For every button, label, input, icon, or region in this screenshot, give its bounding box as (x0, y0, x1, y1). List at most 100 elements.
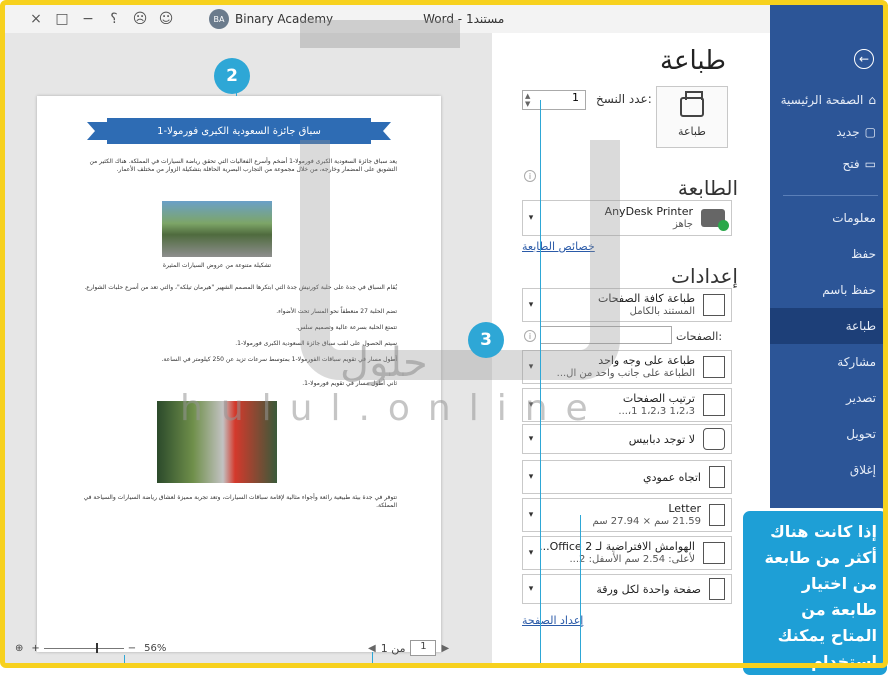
preview-bullet-3: سيتم الحصول على لقب سباق جائزة السعودية … (235, 340, 397, 347)
pages-label: الصفحات: (676, 330, 723, 343)
chevron-down-icon[interactable]: ▾ (523, 472, 539, 482)
chevron-down-icon[interactable]: ▾ (523, 510, 539, 520)
chevron-down-icon[interactable]: ▾ (523, 300, 539, 310)
annotation-line (580, 515, 581, 668)
info-icon[interactable]: i (524, 170, 536, 182)
sidebar-item-transform[interactable]: تحويل (846, 427, 876, 441)
copies-value: 1 (572, 91, 579, 104)
print-range-detail: المستند بالكامل (629, 306, 695, 317)
sidebar-item-label: طباعة (845, 319, 876, 333)
zoom-slider[interactable] (43, 643, 124, 653)
margins-label: الهوامش الافتراضية لـ Office 2... (539, 540, 695, 553)
sidebar-item-new[interactable]: ▢ جديد (836, 125, 876, 139)
pages-input[interactable] (540, 326, 672, 344)
help-icon[interactable]: ؟ (101, 11, 127, 27)
pages-per-sheet-icon (709, 578, 725, 600)
portrait-icon (709, 466, 725, 488)
info-icon[interactable]: i (524, 330, 536, 342)
collation-detail: 1،2،3 1،2،3 1،... (618, 406, 695, 417)
staple-select[interactable]: لا توجد دبابيس ▾ (522, 424, 732, 454)
sides-label: طباعة على وجه واحد (598, 354, 695, 367)
new-document-icon: ▢ (864, 125, 876, 139)
print-range-select[interactable]: طباعة كافة الصفحات المستند بالكامل ▾ (522, 288, 732, 322)
page-number-input[interactable]: 1 (410, 640, 437, 656)
chevron-down-icon[interactable]: ▾ (523, 584, 539, 594)
sidebar-item-print[interactable]: طباعة (846, 319, 876, 333)
printer-properties-link[interactable]: خصائص الطابعة (522, 240, 595, 253)
copies-label: عدد النسخ: (596, 92, 652, 106)
preview-paragraph-3: تتوفر في جدة بيئة طبيعية رائعة وأجواء مث… (83, 494, 397, 509)
preview-caption: تشكيلة متنوعة من عروض السيارات المثيرة (162, 262, 272, 269)
page-title: طباعة (660, 46, 726, 76)
pages-per-sheet-select[interactable]: صفحة واحدة لكل ورقة ▾ (522, 574, 732, 604)
chevron-down-icon[interactable]: ▾ (523, 213, 539, 223)
settings-heading: إعدادات (671, 264, 738, 288)
sidebar-divider (783, 195, 878, 196)
zoom-slider-knob[interactable] (95, 643, 98, 653)
restore-icon[interactable]: □ (49, 11, 75, 27)
chevron-down-icon[interactable]: ▾ (523, 362, 539, 372)
page-navigator: ◀ من 1 1 ▶ (368, 640, 449, 656)
orientation-select[interactable]: اتجاه عمودي ▾ (522, 460, 732, 494)
collate-icon (703, 394, 725, 416)
annotation-line (124, 655, 125, 668)
sidebar-item-home[interactable]: ⌂ الصفحة الرئيسية (781, 93, 876, 107)
chevron-down-icon[interactable]: ▾ (523, 400, 539, 410)
sidebar-item-info[interactable]: معلومات (832, 211, 876, 225)
printer-heading: الطابعة (677, 176, 738, 200)
annotation-line (540, 100, 541, 668)
callout-box: إذا كانت هناك أكثر من طابعة من اختيار طا… (740, 508, 888, 678)
staple-icon (703, 428, 725, 450)
sidebar-item-share[interactable]: مشاركة (837, 355, 876, 369)
sidebar-item-label: فتح (842, 157, 860, 171)
preview-bullet-5: ثاني أطول مسار في تقويم فورمولا-1. (302, 380, 397, 387)
preview-bullet-1: تضم الحلبة 27 منعطفاً نحو المسار تحت الأ… (276, 308, 397, 315)
chevron-down-icon[interactable]: ▾ (523, 434, 539, 444)
sidebar-item-label: معلومات (832, 211, 876, 225)
sidebar-item-label: تحويل (846, 427, 876, 441)
printer-name: AnyDesk Printer (604, 205, 693, 218)
print-button-label: طباعة (678, 124, 706, 138)
avatar[interactable]: BA (209, 9, 229, 29)
collation-select[interactable]: ترتيب الصفحات 1،2،3 1،2،3 1،... ▾ (522, 388, 732, 422)
page-setup-link[interactable]: إعداد الصفحة (522, 614, 583, 627)
preview-bullet-4: أطول مسار في تقويم سباقات الفورمولا-1 بم… (161, 356, 397, 363)
zoom-in-button[interactable]: + (31, 643, 39, 654)
frown-feedback-icon[interactable]: ☹ (127, 11, 153, 27)
sides-select[interactable]: طباعة على وجه واحد الطباعة على جانب واحد … (522, 350, 732, 384)
chevron-down-icon[interactable]: ▾ (523, 548, 539, 558)
zoom-out-button[interactable]: − (128, 643, 136, 654)
annotation-line (372, 652, 373, 668)
margins-icon (703, 542, 725, 564)
preview-banner-title: سباق جائزة السعودية الكبرى فورمولا-1 (87, 118, 391, 144)
sidebar-item-open[interactable]: ▭ فتح (843, 157, 876, 171)
staple-label: لا توجد دبابيس (628, 432, 695, 446)
home-icon: ⌂ (868, 93, 876, 107)
close-icon[interactable]: × (23, 11, 49, 27)
printer-select[interactable]: AnyDesk Printer جاهز ▾ (522, 200, 732, 236)
sidebar-item-label: حفظ (851, 247, 876, 261)
page-of-label: من 1 (380, 641, 406, 655)
sidebar-item-export[interactable]: تصدير (846, 391, 876, 405)
smile-feedback-icon[interactable]: ☺ (153, 11, 179, 27)
print-button[interactable]: طباعة (656, 86, 728, 148)
margins-select[interactable]: الهوامش الافتراضية لـ Office 2... لأعلى: … (522, 536, 732, 570)
minimize-icon[interactable]: − (75, 11, 101, 27)
sidebar-item-close[interactable]: إغلاق (850, 463, 876, 477)
sidebar-item-label: الصفحة الرئيسية (780, 93, 864, 107)
printer-ready-icon (701, 209, 729, 231)
pages-icon (703, 294, 725, 316)
paper-size-select[interactable]: Letter 21.59 سم × 27.94 سم ▾ (522, 498, 732, 532)
folder-icon: ▭ (864, 157, 876, 171)
copies-spinner-icon[interactable]: ▲ ▼ (525, 92, 530, 108)
sidebar-item-save[interactable]: حفظ (851, 247, 876, 261)
account-name: Binary Academy (235, 12, 334, 26)
paper-size-label: Letter (668, 502, 701, 515)
next-page-icon[interactable]: ▶ (441, 643, 449, 654)
back-arrow-icon[interactable]: ← (854, 49, 874, 69)
copies-input[interactable]: ▲ ▼ 1 (522, 90, 586, 110)
step-badge-3: 3 (468, 322, 504, 358)
race-photo-2 (157, 401, 277, 483)
sidebar-item-save-as[interactable]: حفظ باسم (822, 283, 876, 297)
fit-page-icon[interactable]: ⊕ (15, 643, 23, 654)
